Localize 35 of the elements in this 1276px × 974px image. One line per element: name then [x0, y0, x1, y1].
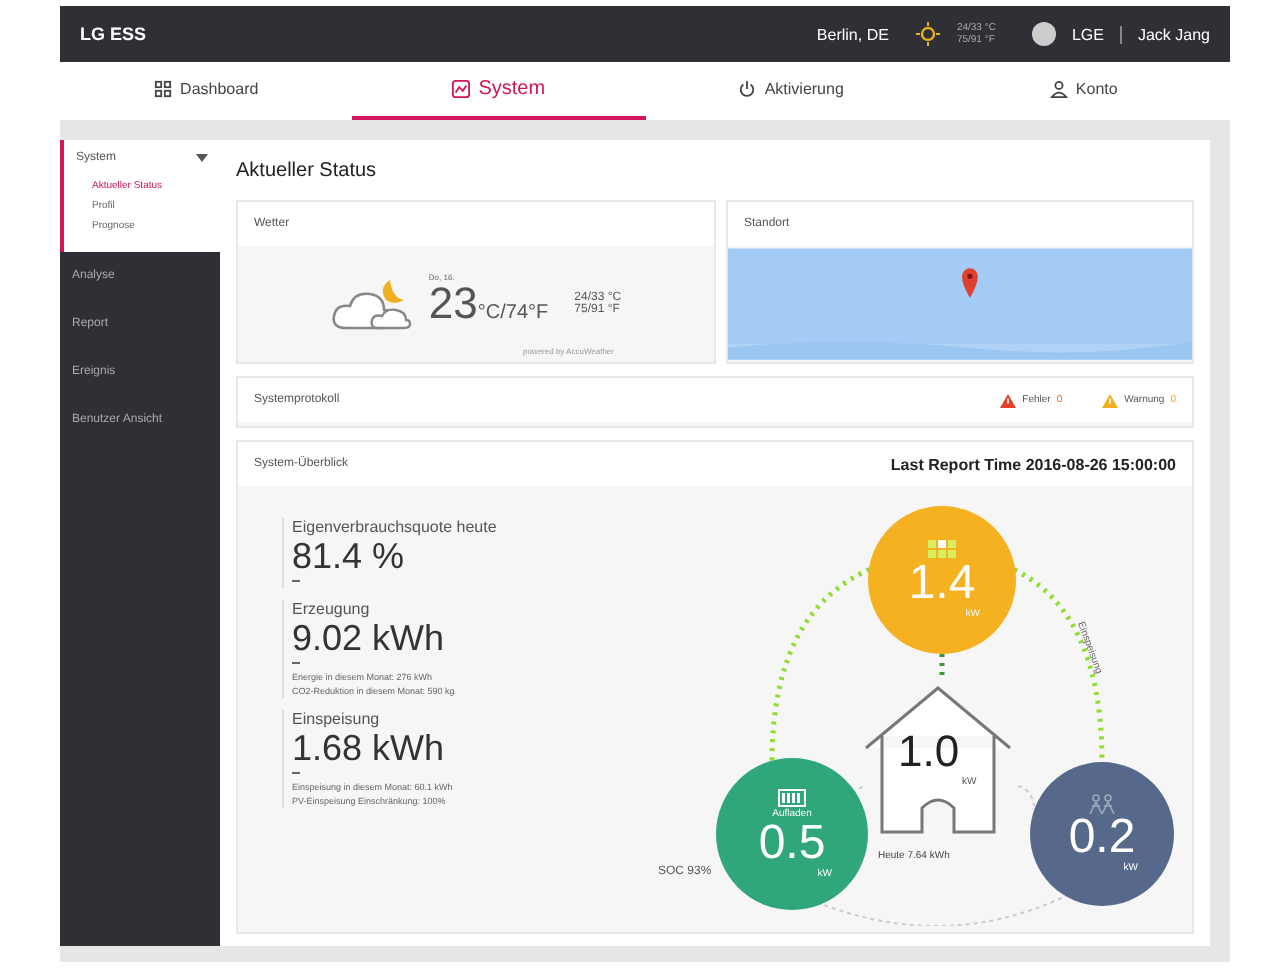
sun-icon — [916, 22, 941, 46]
location-label: Berlin, DE — [816, 25, 889, 43]
company-label: LGE — [1071, 25, 1104, 43]
people-icon — [1088, 794, 1116, 814]
node-value: 0.5 — [758, 820, 826, 868]
grid-icon — [154, 80, 173, 98]
stat-label: Eigenverbrauchsquote heute — [292, 518, 499, 536]
node-value: 1.4 — [908, 560, 976, 608]
stat-label: Einspeisung — [292, 710, 382, 728]
brand-label: LG ESS — [80, 24, 149, 44]
nav-tab[interactable]: Aktivierung — [645, 62, 938, 120]
chart-icon — [452, 80, 471, 98]
nav-tab[interactable]: Dashboard — [60, 62, 353, 120]
caret-icon — [196, 154, 208, 162]
report-time: Last Report Time 2016-08-26 15:00:00 — [890, 455, 1176, 473]
stat-label: Erzeugung — [292, 600, 372, 618]
error-icon — [1000, 393, 1017, 407]
stat-value: 81.4 % — [292, 536, 407, 576]
warning-icon — [1102, 393, 1119, 407]
solar-panel-icon — [928, 540, 956, 560]
temperature-text: 23°C/74°F — [428, 282, 549, 332]
battery-icon — [778, 788, 806, 808]
flow-line — [939, 654, 945, 680]
connector-line — [1017, 785, 1035, 807]
power-icon — [738, 80, 757, 98]
nav-tab[interactable]: System — [352, 62, 645, 120]
nav-tab[interactable]: Konto — [937, 62, 1230, 120]
node-value: 0.2 — [1068, 814, 1136, 862]
page-title: Aktueller Status — [236, 160, 379, 182]
stat-value: 9.02 kWh — [292, 618, 447, 658]
avatar-icon — [1031, 22, 1056, 46]
person-icon — [1049, 80, 1068, 98]
house-value: 1.0 — [898, 726, 960, 778]
stat-value: 1.68 kWh — [292, 728, 447, 768]
user-name[interactable]: Jack Jang — [1137, 25, 1210, 43]
